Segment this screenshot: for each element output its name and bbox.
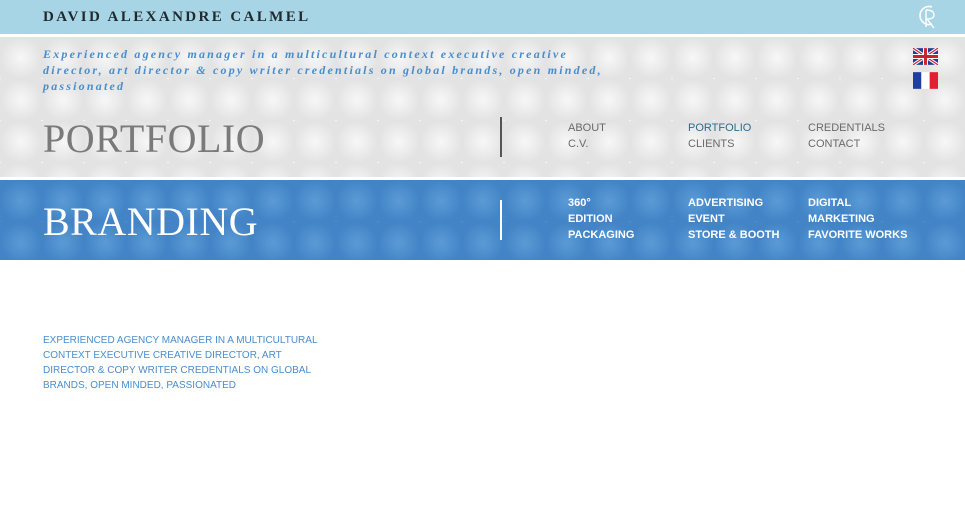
tagline: Experienced agency manager in a multicul…	[43, 47, 603, 93]
subnav-edition[interactable]: EDITION	[568, 211, 634, 227]
subnav-packaging[interactable]: PACKAGING	[568, 227, 634, 243]
branding-band: BRANDING 360° EDITION PACKAGING ADVERTIS…	[0, 180, 965, 260]
subnav-store-booth[interactable]: STORE & BOOTH	[688, 227, 779, 243]
nav-cv[interactable]: C.V.	[568, 136, 606, 152]
page-title: PORTFOLIO	[43, 116, 266, 161]
sub-nav-column-3: DIGITAL MARKETING FAVORITE WORKS	[808, 195, 907, 243]
subnav-digital[interactable]: DIGITAL	[808, 195, 907, 211]
subnav-favorite-works[interactable]: FAVORITE WORKS	[808, 227, 907, 243]
main-nav-column-1: ABOUT C.V.	[568, 120, 606, 152]
site-name[interactable]: DAVID ALEXANDRE CALMEL	[43, 9, 311, 26]
nav-clients[interactable]: CLIENTS	[688, 136, 751, 152]
header: Experienced agency manager in a multicul…	[0, 37, 965, 177]
subnav-advertising[interactable]: ADVERTISING	[688, 195, 779, 211]
nav-about[interactable]: ABOUT	[568, 120, 606, 136]
top-bar: DAVID ALEXANDRE CALMEL	[0, 0, 965, 34]
sub-nav-column-2: ADVERTISING EVENT STORE & BOOTH	[688, 195, 779, 243]
intro-text: EXPERIENCED AGENCY MANAGER IN A MULTICUL…	[43, 335, 318, 391]
subnav-marketing[interactable]: MARKETING	[808, 211, 907, 227]
french-flag-icon[interactable]	[913, 72, 938, 89]
divider	[500, 117, 502, 157]
main-nav-column-3: CREDENTIALS CONTACT	[808, 120, 885, 152]
subnav-event[interactable]: EVENT	[688, 211, 779, 227]
nav-portfolio[interactable]: PORTFOLIO	[688, 120, 751, 136]
divider	[500, 200, 502, 240]
dc-monogram-icon[interactable]	[916, 2, 940, 30]
sub-nav-column-1: 360° EDITION PACKAGING	[568, 195, 634, 243]
main-nav-column-2: PORTFOLIO CLIENTS	[688, 120, 751, 152]
uk-flag-icon[interactable]	[913, 48, 938, 65]
subnav-360[interactable]: 360°	[568, 195, 634, 211]
nav-contact[interactable]: CONTACT	[808, 136, 885, 152]
nav-credentials[interactable]: CREDENTIALS	[808, 120, 885, 136]
section-title: BRANDING	[43, 199, 259, 244]
